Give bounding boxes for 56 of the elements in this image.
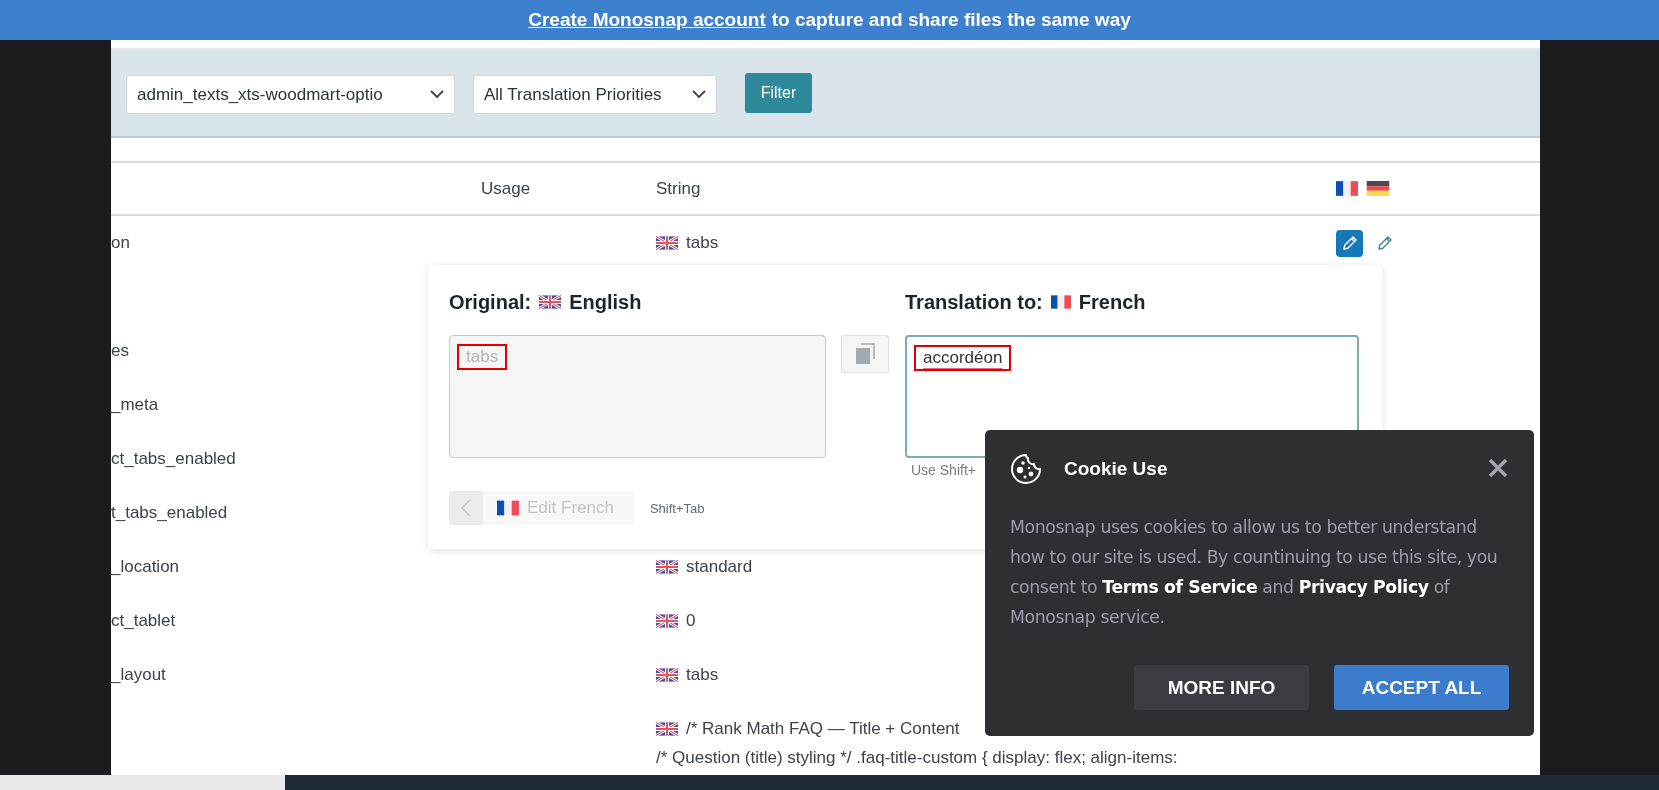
pencil-icon (1375, 234, 1394, 252)
language-name: English (569, 290, 642, 314)
filter-button[interactable]: Filter (745, 73, 812, 113)
hint-text: Use Shift+ (911, 462, 976, 480)
pencil-icon (1340, 234, 1359, 252)
policy-link[interactable]: Privacy Policy (1298, 577, 1429, 597)
highlighted-text: accordéon (914, 345, 1012, 371)
more-info-button[interactable]: MORE INFO (1134, 665, 1309, 710)
language-name: French (1078, 290, 1146, 314)
translation-label: Translation to: (905, 290, 1043, 314)
accept-button[interactable]: ACCEPT ALL (1334, 665, 1509, 710)
string-name: ct_tabs_enabled (111, 449, 236, 469)
string-name: _layout (111, 665, 166, 685)
cookie-icon (1010, 453, 1042, 485)
string-value: tabs (686, 665, 719, 685)
string-value: /* Rank Math FAQ — Title + Content (686, 719, 960, 739)
uk-flag-icon (656, 668, 678, 682)
string-value: tabs (686, 233, 719, 253)
uk-flag-icon (656, 560, 678, 574)
column-header: String (656, 178, 702, 199)
shortcut-hint: Shift+Tab (649, 500, 705, 516)
dropdown[interactable]: admin_texts_xts-woodmart-optio (126, 75, 455, 114)
banner-text: to capture and share files the same way (771, 9, 1131, 31)
string-name: _meta (111, 395, 159, 415)
string-name: ct_tablet (111, 611, 176, 631)
close-button[interactable] (1487, 458, 1509, 480)
policy-link[interactable]: Terms of Service (1102, 577, 1258, 597)
french-flag-icon (1336, 181, 1358, 196)
german-flag-icon (1366, 181, 1390, 196)
close-icon (1488, 458, 1508, 478)
string-name: on (111, 233, 130, 253)
edit-button[interactable] (1336, 229, 1363, 257)
cookie-title: Cookie Use (1064, 458, 1169, 480)
string-value: /* Question (title) styling */ .faq-title-custom { display: flex; align-items: (656, 748, 1178, 768)
copy-button[interactable] (841, 335, 889, 373)
chevron-down-icon (692, 90, 706, 99)
chevron-down-icon (430, 90, 444, 99)
highlighted-text: tabs (457, 344, 508, 370)
string-name: t_tabs_enabled (111, 503, 228, 523)
uk-flag-icon (656, 236, 678, 250)
uk-flag-icon (656, 722, 678, 736)
copy-icon (855, 343, 875, 365)
french-flag-icon (497, 500, 519, 516)
french-flag-icon (1050, 295, 1071, 309)
original-label: Original: (449, 290, 532, 314)
string-name: _location (111, 557, 180, 577)
column-header: Usage (481, 178, 532, 199)
chevron-left-icon (461, 499, 471, 517)
string-value: 0 (686, 611, 696, 631)
cookie-message: Monosnap uses cookies to allow us to better understand how to our site is used. By countinuing to use this site, you consent to Terms of Service and Privacy Policy of Monosnap service. (1010, 516, 1499, 629)
dropdown[interactable]: All Translation Priorities (473, 75, 717, 114)
uk-flag-icon (656, 614, 678, 628)
create-account-link[interactable]: Create Monosnap account (528, 9, 766, 31)
uk-flag-icon (539, 295, 562, 309)
string-name: es (111, 341, 129, 361)
string-value: standard (686, 557, 753, 577)
